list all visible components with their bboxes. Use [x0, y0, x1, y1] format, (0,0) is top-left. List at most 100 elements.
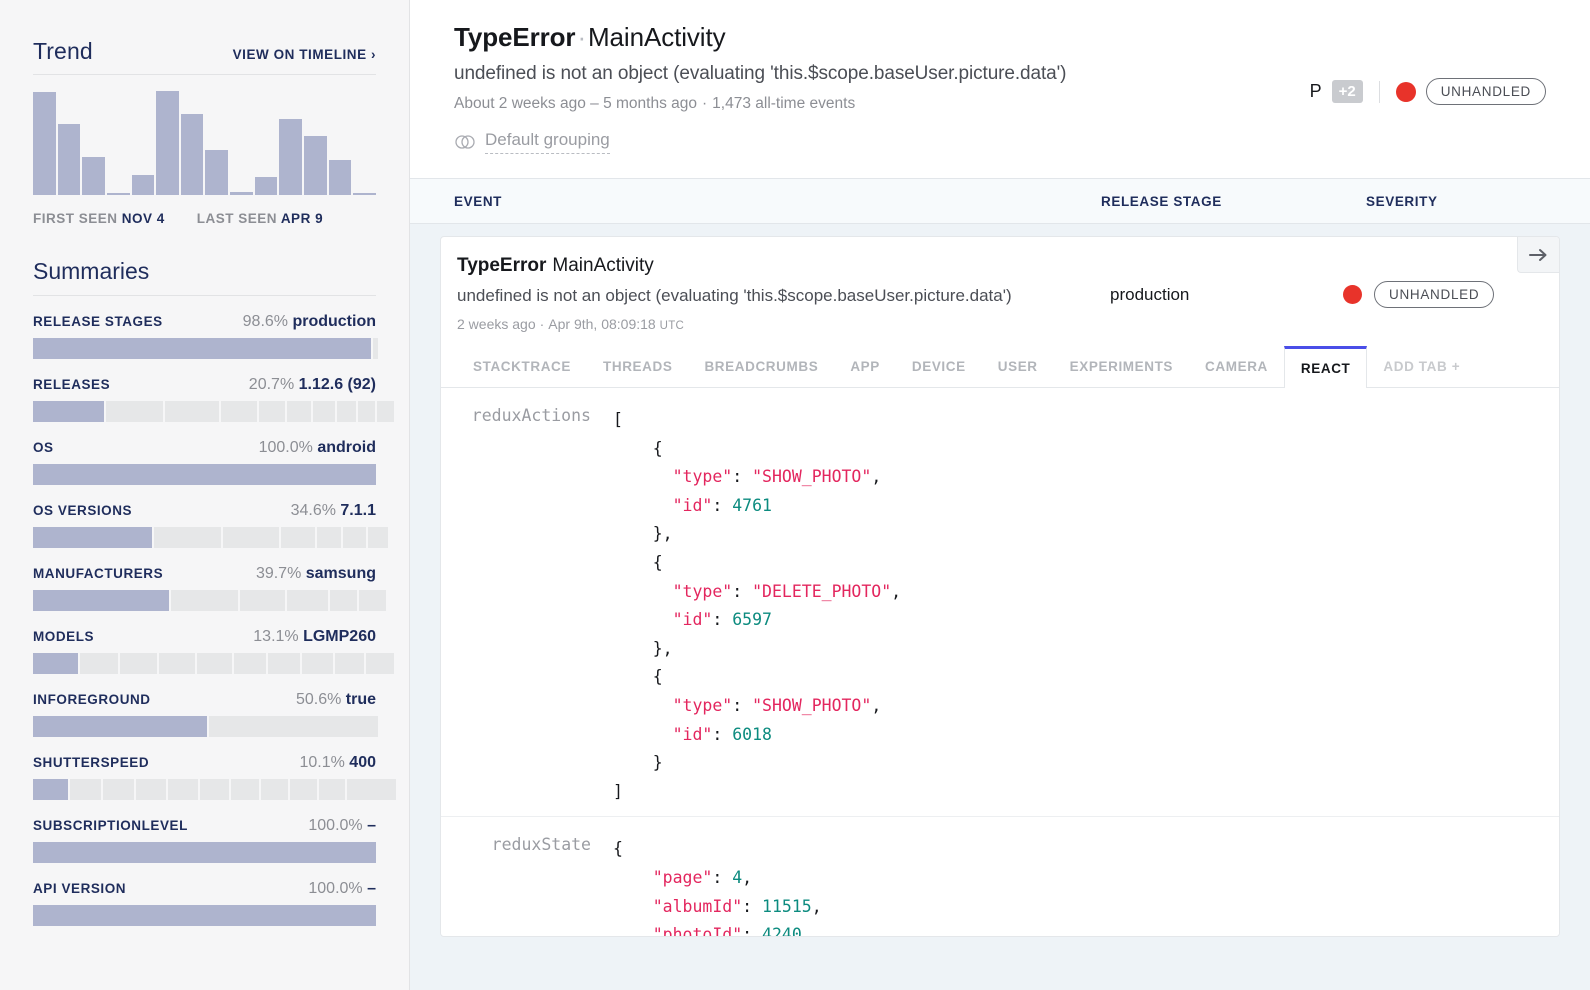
event-timestamp: 2 weeks ago · Apr 9th, 08:09:18 UTC [457, 316, 1110, 332]
summary-name: LGMP260 [303, 628, 376, 645]
summary-bar-segment [33, 842, 376, 863]
summary-key: MODELS [33, 629, 95, 644]
summaries-list: RELEASE STAGES 98.6% production RELEASES 20… [33, 296, 396, 926]
code-line: } [613, 749, 901, 778]
summary-bar-segment [106, 401, 163, 422]
grouping-label[interactable]: Default grouping [485, 130, 610, 154]
summary-value: 100.0% – [308, 880, 376, 898]
issue-meta-separator: · [702, 95, 708, 112]
summary-percent: 20.7% [248, 376, 299, 393]
code-line: "id": 6018 [613, 721, 901, 750]
view-on-timeline-link[interactable]: VIEW ON TIMELINE › [233, 47, 376, 62]
code-value-token: "SHOW_PHOTO" [752, 695, 872, 715]
grouping-control[interactable]: Default grouping [454, 130, 1546, 178]
tab-camera[interactable]: CAMERA [1189, 346, 1284, 387]
summary-bar-segment [359, 590, 386, 611]
trend-bar [254, 176, 278, 195]
summary-bar-segment [119, 653, 157, 674]
summary-bar-segment [103, 779, 135, 800]
summary-bar-segment [377, 401, 394, 422]
summary-bar-segment [33, 716, 207, 737]
summary-row: MODELS 13.1% LGMP260 [33, 611, 394, 674]
event-timezone: UTC [659, 320, 685, 332]
summary-bar-segment [168, 779, 198, 800]
tab-app[interactable]: APP [834, 346, 896, 387]
code-line: [ [613, 406, 901, 435]
code-line: "type": "DELETE_PHOTO", [613, 578, 902, 607]
code-line: "photoId": 4240 [613, 921, 822, 936]
redux-state-key: reduxState [491, 835, 591, 855]
code-line: "id": 4761 [613, 492, 901, 521]
summary-row: OS 100.0% android [33, 422, 376, 485]
tab-react[interactable]: REACT [1283, 346, 1368, 388]
summary-bar-segment [373, 338, 378, 359]
event-severity-dot-icon [1343, 285, 1362, 304]
trend-bar [180, 113, 204, 195]
last-seen-label: LAST SEEN [196, 211, 278, 226]
code-punctuation: { [613, 667, 663, 687]
summary-name: – [367, 817, 376, 834]
summary-bar-segment [313, 401, 336, 422]
summary-percent: 100.0% [308, 817, 368, 834]
trend-bar [304, 136, 327, 195]
code-line: }, [613, 635, 901, 664]
code-line: { [613, 835, 822, 864]
event-relative-time: 2 weeks ago [457, 316, 536, 332]
code-colon: : [712, 724, 733, 744]
code-key-token: "id" [672, 610, 713, 630]
summary-bar [33, 653, 394, 674]
summary-bar-segment [290, 779, 317, 800]
summary-bar-segment [301, 653, 333, 674]
tab-stacktrace[interactable]: STACKTRACE [457, 346, 587, 387]
event-release-stage: production [1110, 285, 1190, 304]
redux-actions-block: reduxActions [ { "type": "SHOW_PHOTO", "… [441, 388, 1559, 816]
event-title: TypeError MainActivity [457, 255, 1110, 277]
redux-state-value: { "page": 4, "albumId": 11515, "photoId"… [613, 835, 822, 936]
tab-breadcrumbs[interactable]: BREADCRUMBS [688, 346, 834, 387]
summary-row: RELEASE STAGES 98.6% production [33, 296, 378, 359]
code-colon: : [712, 867, 733, 887]
trend-legend: FIRST SEEN NOV 4 LAST SEEN APR 9 [33, 211, 376, 226]
summary-bar-segment [337, 401, 357, 422]
summary-key: INFOREGROUND [33, 692, 151, 707]
issue-header: TypeError·MainActivity undefined is not … [410, 0, 1590, 178]
main-panel: TypeError·MainActivity undefined is not … [410, 0, 1590, 990]
code-line: { [613, 435, 901, 464]
summary-bar-segment [343, 527, 366, 548]
code-value-token: 4761 [732, 495, 772, 515]
summary-row: RELEASES 20.7% 1.12.6 (92) [33, 359, 394, 422]
issue-badges: P +2 UNHANDLED [1310, 78, 1546, 105]
summary-bar-segment [33, 464, 376, 485]
tab-threads[interactable]: THREADS [587, 346, 688, 387]
column-header-event: EVENT [454, 193, 503, 209]
summary-row: SHUTTERSPEED 10.1% 400 [33, 737, 396, 800]
issue-severity-pill[interactable]: UNHANDLED [1425, 78, 1546, 105]
tab-add-tab[interactable]: ADD TAB + [1367, 346, 1476, 387]
summary-percent: 100.0% [308, 880, 368, 897]
code-line: ] [613, 778, 901, 807]
code-value-token: 4 [732, 867, 743, 887]
event-context: MainActivity [552, 255, 654, 276]
tab-experiments[interactable]: EXPERIMENTS [1054, 346, 1189, 387]
summary-bar-segment [158, 653, 195, 674]
column-header-severity: SEVERITY [1366, 193, 1438, 209]
tab-device[interactable]: DEVICE [896, 346, 982, 387]
code-key-token: "id" [672, 495, 713, 515]
priority-more-badge[interactable]: +2 [1331, 80, 1363, 103]
summary-bar [33, 590, 386, 611]
summary-percent: 50.6% [295, 691, 346, 708]
tab-user[interactable]: USER [982, 346, 1054, 387]
summary-bar-segment [164, 401, 220, 422]
app-root: Trend VIEW ON TIMELINE › FIRST SEEN NOV … [0, 0, 1590, 990]
event-summary[interactable]: TypeError MainActivity undefined is not a… [441, 237, 1559, 332]
summary-percent: 100.0% [258, 439, 318, 456]
summary-row: MANUFACTURERS 39.7% samsung [33, 548, 386, 611]
summary-bar-segment [233, 653, 267, 674]
summary-name: 1.12.6 (92) [298, 376, 376, 393]
summary-bar-segment [268, 653, 300, 674]
event-severity-pill[interactable]: UNHANDLED [1374, 281, 1495, 308]
summary-row: SUBSCRIPTIONLEVEL 100.0% – [33, 800, 376, 863]
summary-key: OS [33, 440, 54, 455]
first-seen-label: FIRST SEEN [33, 211, 118, 226]
